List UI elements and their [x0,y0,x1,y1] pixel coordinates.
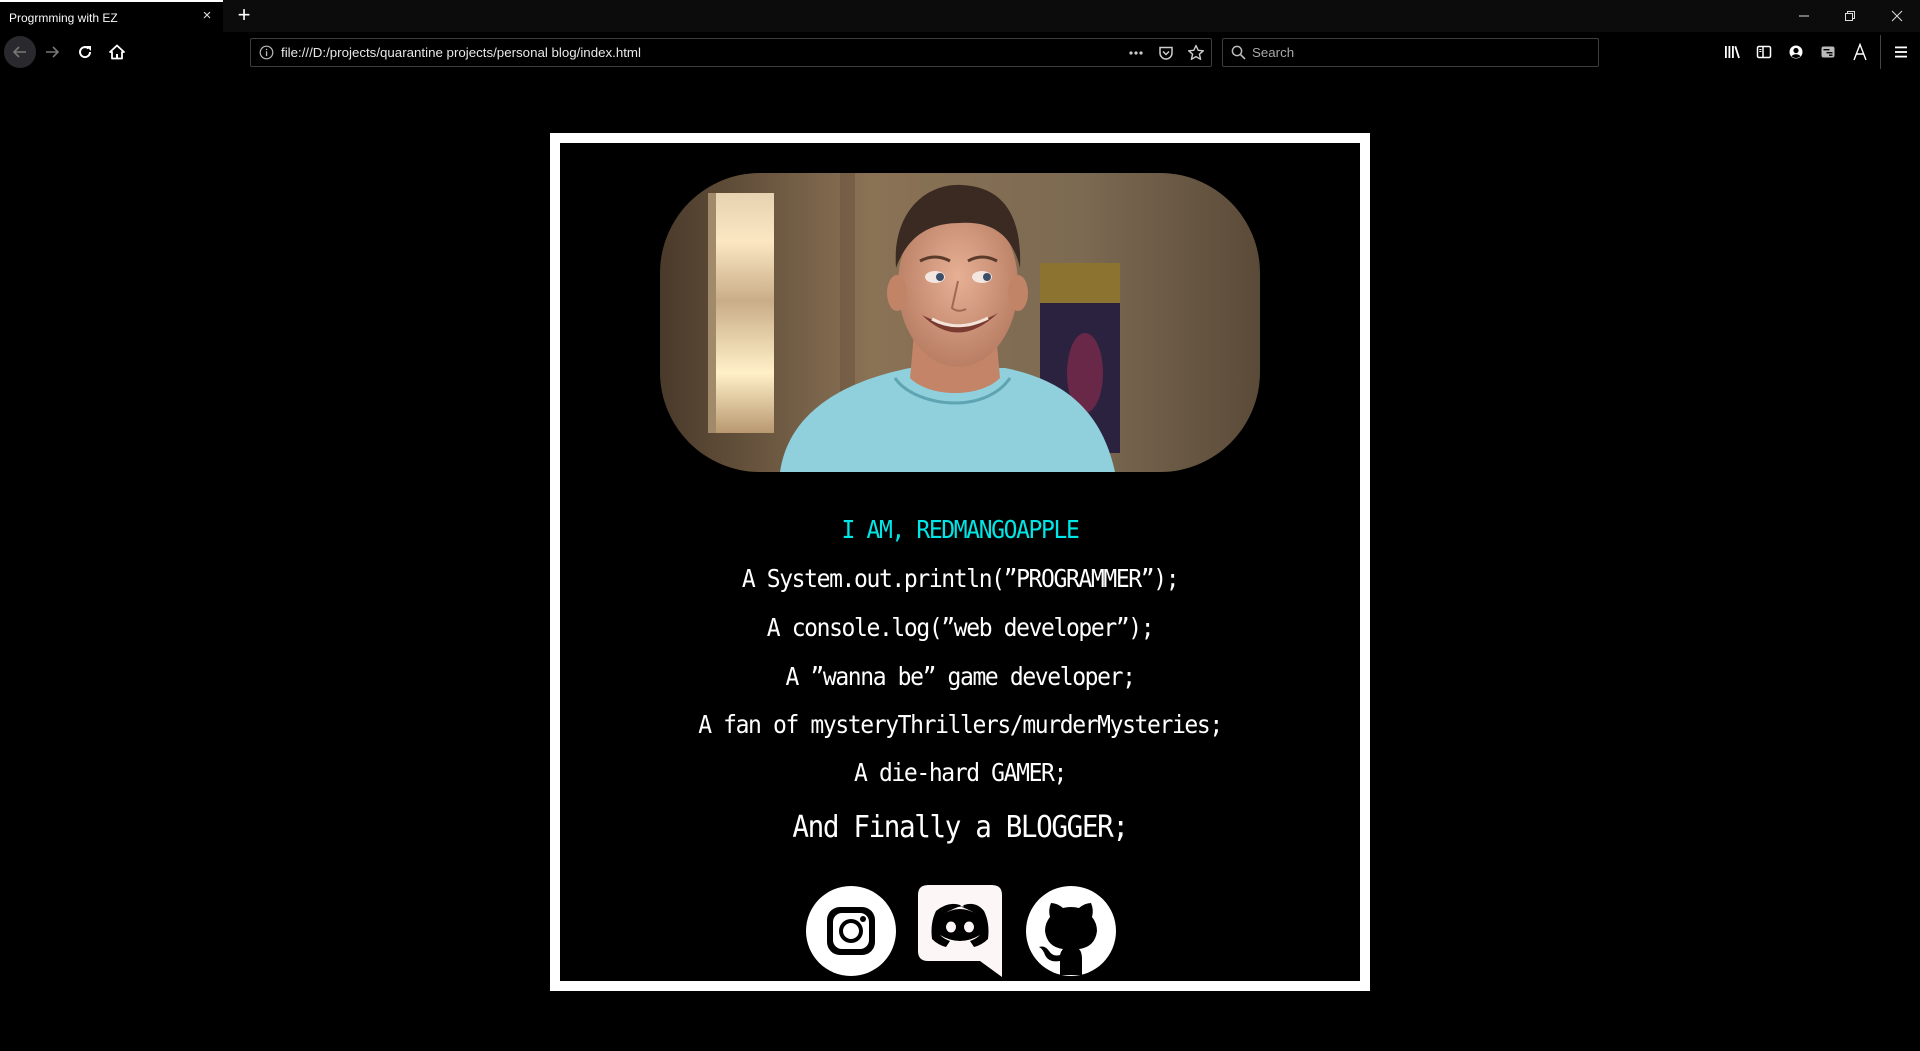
reload-button[interactable] [69,36,101,68]
github-link[interactable] [1025,885,1117,977]
library-button[interactable] [1716,36,1748,68]
restore-icon [1845,11,1855,21]
profile-photo-image [660,173,1260,472]
hamburger-menu-icon [1895,46,1907,58]
font-icon [1853,43,1867,61]
forward-arrow-icon [46,46,60,58]
social-links [560,885,1360,977]
bookmark-button[interactable] [1185,42,1207,64]
toolbar-separator [1880,35,1881,69]
url-text[interactable]: file:///D:/projects/quarantine projects/… [281,45,641,60]
home-icon [109,44,125,60]
intro-line: A ”wanna be” game developer; [785,662,1135,691]
window-close-button[interactable] [1874,0,1920,32]
instagram-link[interactable] [805,885,897,977]
forward-button[interactable] [36,36,68,68]
minimize-icon [1799,15,1809,17]
search-bar[interactable] [1222,38,1599,67]
font-button[interactable] [1844,36,1876,68]
account-icon [1789,45,1803,59]
instagram-icon [806,886,896,976]
github-icon [1026,886,1116,976]
library-icon [1725,46,1740,59]
reader-icon [1821,46,1835,58]
bookmark-star-icon [1188,44,1204,60]
intro-line: A die-hard GAMER; [854,758,1067,787]
back-arrow-icon [12,46,26,58]
reload-icon [79,46,92,59]
sidebar-icon [1756,45,1772,59]
pocket-button[interactable] [1155,42,1177,64]
search-input[interactable] [1252,39,1592,66]
minimize-button[interactable] [1781,0,1827,32]
tab-title: Progrmming with EZ [9,11,118,25]
intro-heading: I AM, REDMANGOAPPLE [841,515,1080,544]
profile-card: I AM, REDMANGOAPPLE A System.out.println… [550,133,1370,991]
new-tab-button[interactable]: + [232,3,256,27]
account-button[interactable] [1780,36,1812,68]
menu-button[interactable] [1885,36,1917,68]
navigation-toolbar: file:///D:/projects/quarantine projects/… [0,32,1920,73]
more-icon [1129,51,1143,55]
tab-bar: Progrmming with EZ × + [0,0,1920,32]
search-icon [1231,45,1246,60]
restore-button[interactable] [1827,0,1873,32]
intro-line: A fan of mysteryThrillers/murderMysterie… [698,710,1223,739]
intro-line: A System.out.println(”PROGRAMMER”); [741,564,1180,593]
close-icon [1891,10,1903,22]
tab-active[interactable]: Progrmming with EZ × [0,0,223,32]
discord-link[interactable] [918,885,1010,977]
back-button[interactable] [4,36,36,68]
sidebar-button[interactable] [1748,36,1780,68]
url-bar[interactable]: file:///D:/projects/quarantine projects/… [250,38,1212,67]
pocket-icon [1159,46,1173,60]
reader-view-button[interactable] [1812,36,1844,68]
discord-icon [918,885,1002,977]
intro-line: A console.log(”web developer”); [766,613,1155,642]
info-icon[interactable] [259,45,274,60]
intro-final-line: And Finally a BLOGGER; [792,810,1129,845]
page-actions-button[interactable] [1125,42,1147,64]
home-button[interactable] [101,36,133,68]
tab-close-icon[interactable]: × [199,8,215,24]
profile-photo [660,173,1260,472]
